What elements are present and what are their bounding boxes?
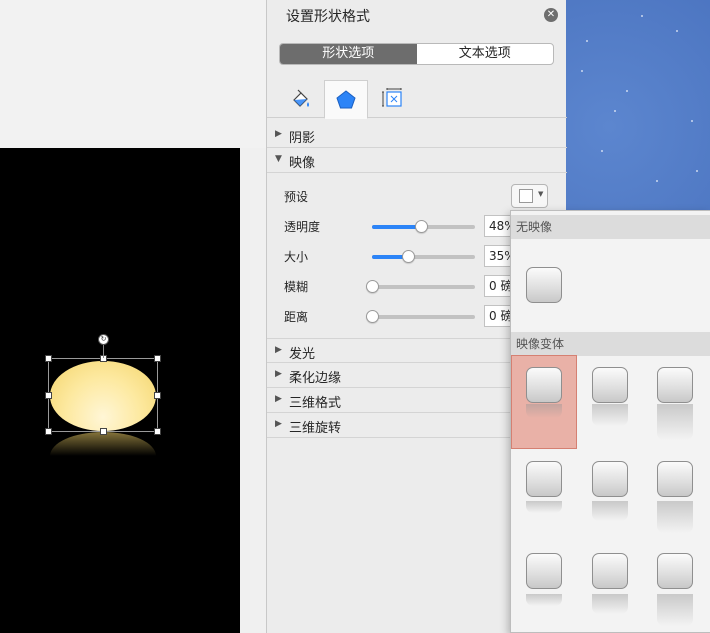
resize-handle-left[interactable] [45,392,52,399]
blur-slider[interactable] [372,285,475,289]
resize-handle-right[interactable] [154,392,161,399]
preset-variation-3-reflection [657,404,693,440]
panel-title: 设置形状格式 [286,9,370,25]
resize-handle-bottom-left[interactable] [45,428,52,435]
effects-pentagon-icon[interactable] [324,80,368,119]
preset-variation-3[interactable] [657,367,693,403]
rotation-stem [103,344,104,358]
resize-handle-bottom-right[interactable] [154,428,161,435]
reflection-presets-gallery: 无映像 映像变体 [510,210,710,633]
preset-variation-4-reflection [526,501,562,513]
preset-variation-4[interactable] [526,461,562,497]
reflection-variations-header: 映像变体 [511,332,710,356]
preset-variation-1-reflection [526,404,562,418]
chevron-right-icon: ▶ [275,345,282,355]
preset-variation-9-reflection [657,594,693,626]
preset-no-reflection[interactable] [526,267,562,303]
distance-knob[interactable] [366,310,379,323]
section-shadow-label: 阴影 [289,131,316,146]
transparency-fill [372,225,422,229]
preset-variation-7[interactable] [526,553,562,589]
distance-slider[interactable] [372,315,475,319]
transparency-label: 透明度 [284,220,321,234]
preset-variation-8-reflection [592,594,628,614]
blur-label: 模糊 [284,280,309,294]
chevron-right-icon: ▶ [275,419,282,429]
section-3d-format-label: 三维格式 [289,396,342,411]
tab-text-options[interactable]: 文本选项 [417,44,554,64]
size-slider[interactable] [372,255,475,259]
preset-variation-1[interactable] [526,367,562,403]
resize-handle-top-right[interactable] [154,355,161,362]
options-segmented-control: 形状选项 文本选项 [279,43,554,65]
no-reflection-header: 无映像 [511,215,710,239]
preset-dropdown-button[interactable]: ▼ [511,184,548,208]
document-canvas [0,0,266,148]
section-reflection-label: 映像 [289,156,316,171]
chevron-down-icon: ▼ [275,154,282,164]
preset-variation-5-reflection [592,501,628,521]
preset-variation-2-reflection [592,404,628,426]
chevron-right-icon: ▶ [275,369,282,379]
section-glow-label: 发光 [289,347,316,362]
blur-knob[interactable] [366,280,379,293]
chevron-down-icon: ▼ [538,190,544,198]
resize-handle-bottom[interactable] [100,428,107,435]
chevron-right-icon: ▶ [275,129,282,139]
size-label: 大小 [284,250,309,264]
chevron-right-icon: ▶ [275,394,282,404]
preset-variation-2[interactable] [592,367,628,403]
size-properties-icon[interactable] [370,80,414,118]
preset-variation-5[interactable] [592,461,628,497]
preset-variation-9[interactable] [657,553,693,589]
document-area [0,0,266,633]
tab-shape-options[interactable]: 形状选项 [280,44,417,64]
section-shadow[interactable]: ▶ 阴影 [267,123,567,148]
preset-variation-8[interactable] [592,553,628,589]
preset-label: 预设 [284,190,309,204]
preset-variation-6-reflection [657,501,693,533]
fill-line-icon[interactable] [279,80,323,118]
resize-handle-top-left[interactable] [45,355,52,362]
section-reflection[interactable]: ▼ 映像 [267,148,567,173]
section-soft-edges-label: 柔化边缘 [289,371,342,386]
preset-variation-6[interactable] [657,461,693,497]
distance-label: 距离 [284,310,309,324]
size-knob[interactable] [402,250,416,263]
icon-tab-row [267,80,567,119]
selection-box[interactable] [48,358,158,432]
preset-variation-7-reflection [526,594,562,606]
section-3d-rotation-label: 三维旋转 [289,421,342,436]
close-icon[interactable]: ✕ [544,8,558,22]
rotate-handle-icon[interactable]: ↻ [98,334,109,345]
preset-swatch [519,189,533,203]
